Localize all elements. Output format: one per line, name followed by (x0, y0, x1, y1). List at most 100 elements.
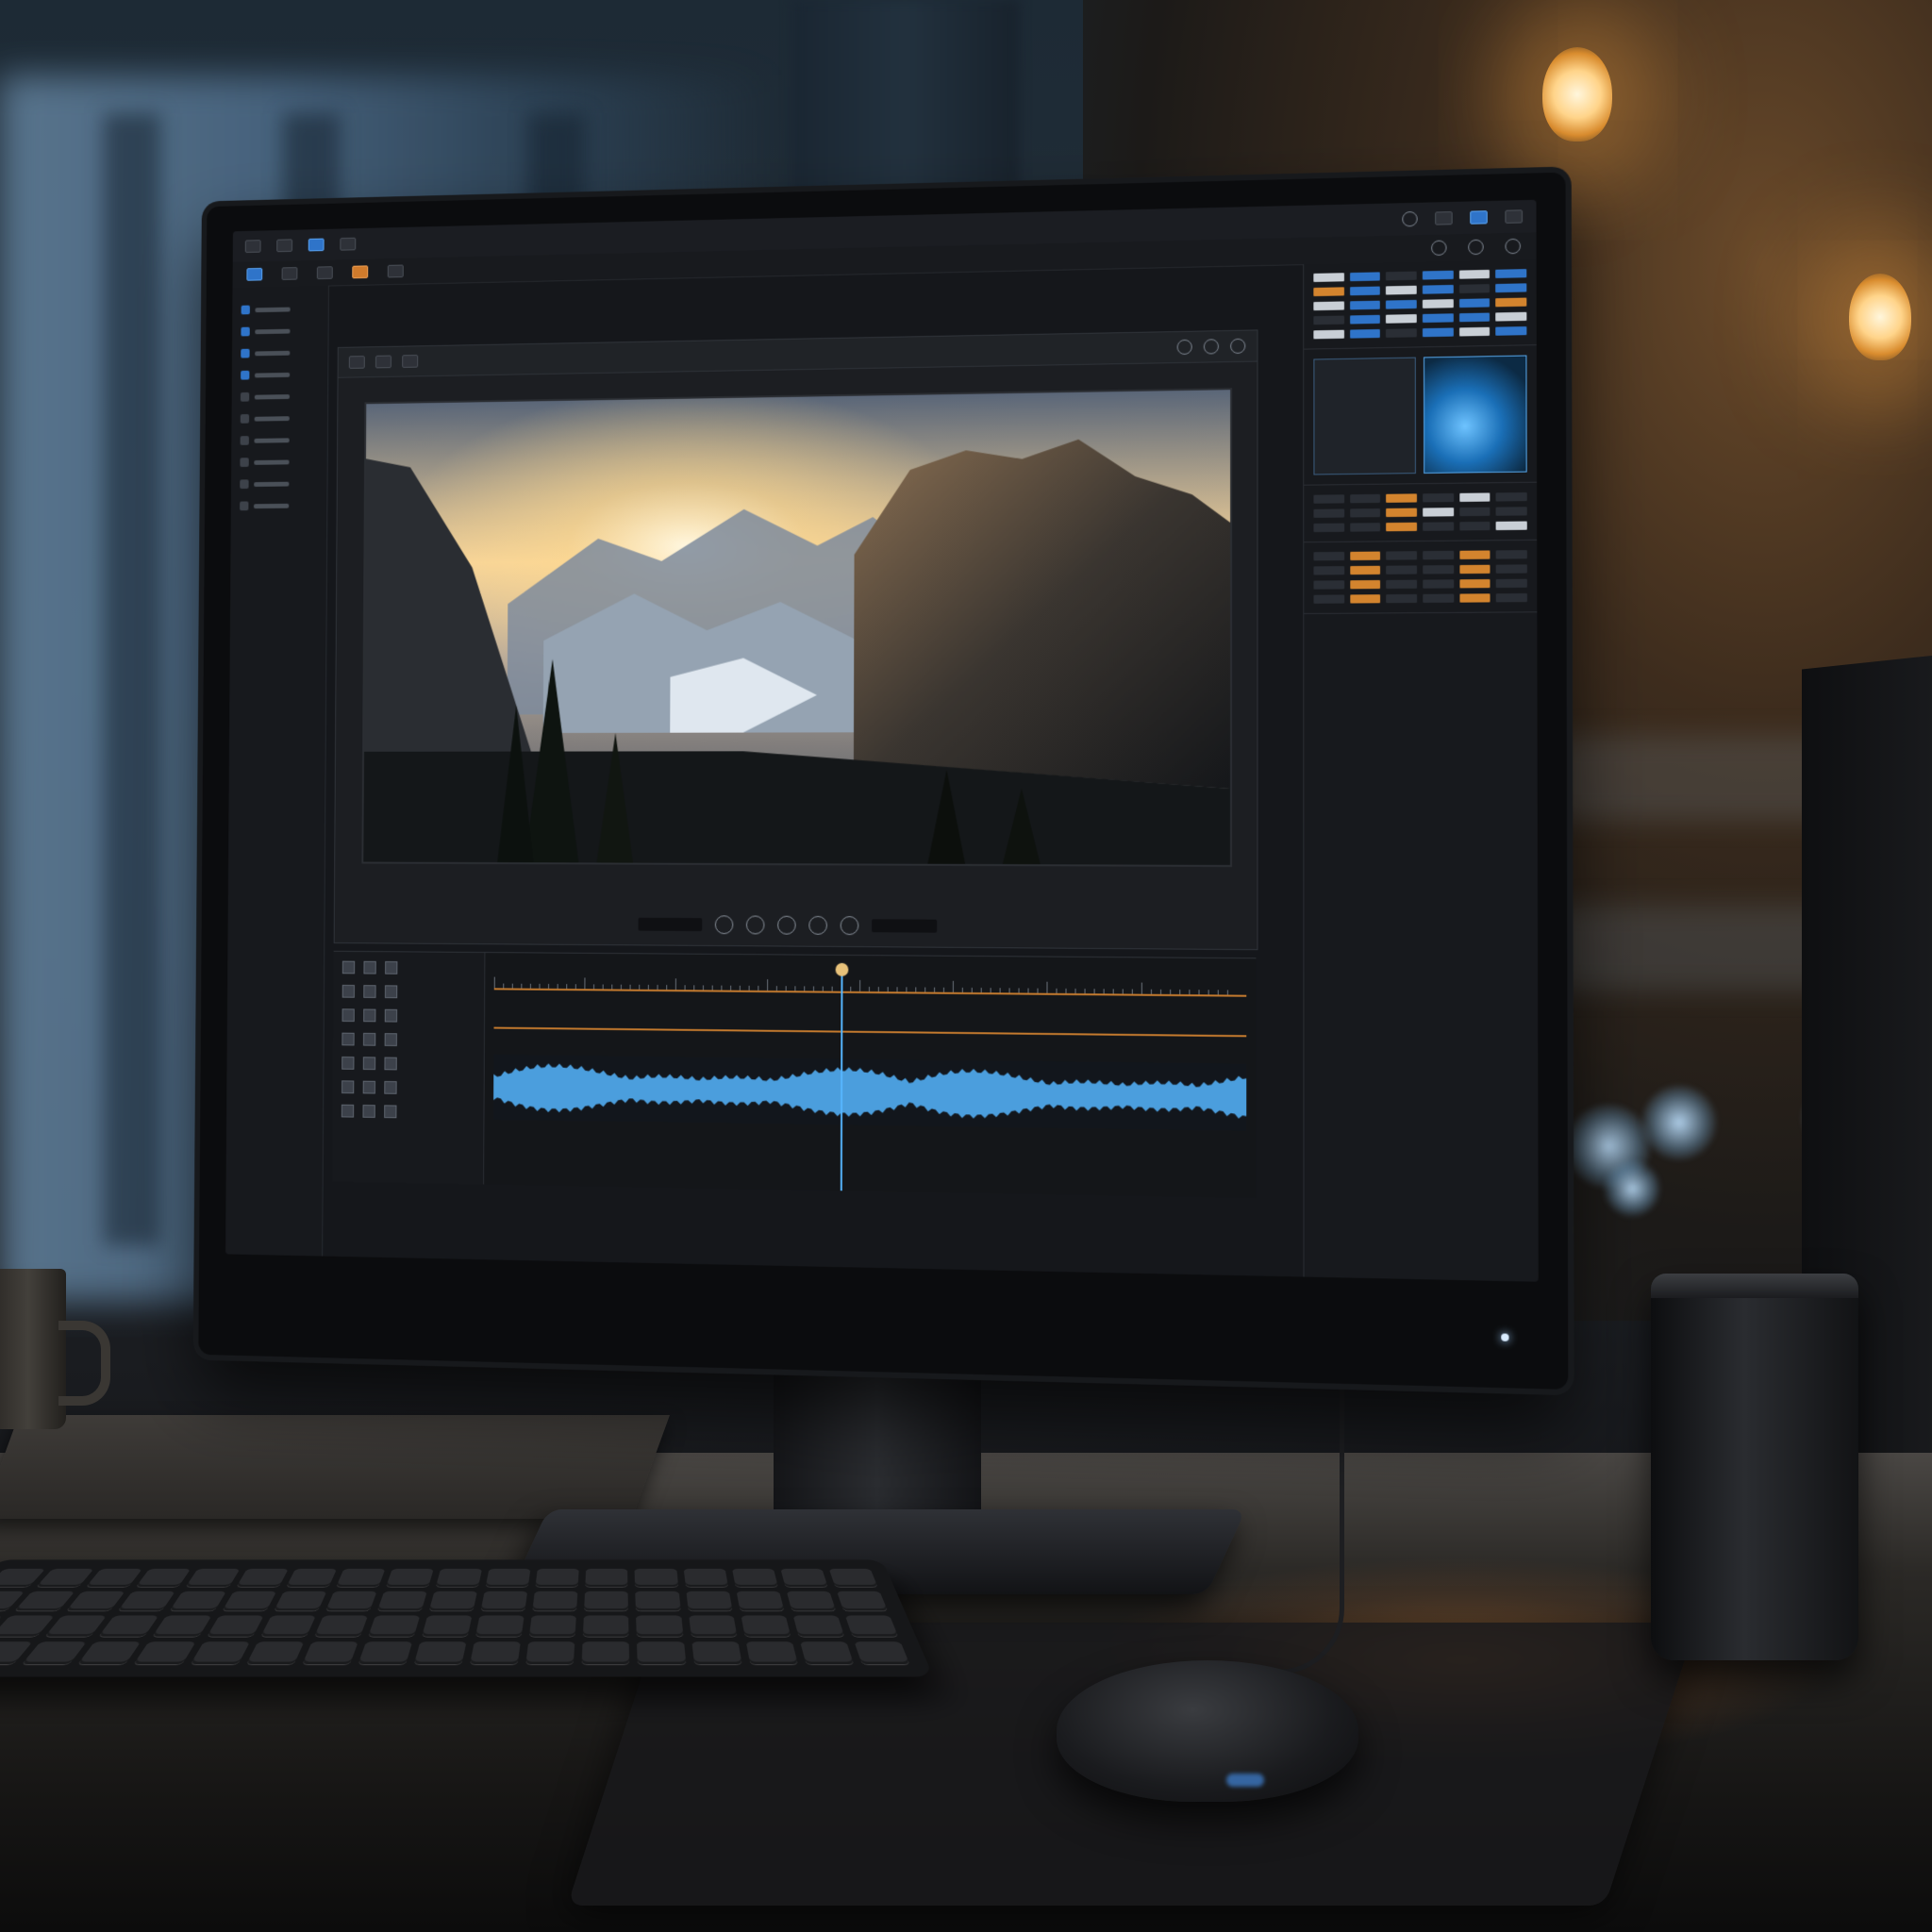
sidebar-item[interactable] (240, 391, 319, 402)
property-cell[interactable] (1422, 327, 1454, 338)
circle-icon[interactable] (1505, 238, 1522, 255)
mute-icon[interactable] (384, 1080, 397, 1094)
sidebar-item[interactable] (240, 478, 318, 490)
property-cell[interactable] (1386, 285, 1417, 295)
menu-chip[interactable] (340, 237, 357, 251)
eye-icon[interactable] (363, 1008, 376, 1023)
play-icon[interactable] (745, 915, 765, 935)
preview-thumbnail[interactable] (1313, 357, 1416, 475)
lock-icon[interactable] (341, 960, 356, 974)
property-cell[interactable] (1423, 492, 1454, 503)
lock-icon[interactable] (341, 1104, 355, 1118)
stop-icon[interactable] (808, 915, 827, 935)
property-cell[interactable] (1459, 564, 1491, 575)
property-cell[interactable] (1349, 508, 1381, 518)
lock-icon[interactable] (341, 1056, 355, 1070)
property-cell[interactable] (1386, 579, 1418, 590)
pause-icon[interactable] (777, 915, 796, 935)
tool-button[interactable] (316, 266, 333, 280)
menu-chip-active[interactable] (308, 238, 325, 252)
sidebar-item[interactable] (241, 304, 320, 315)
video-track[interactable] (493, 1026, 1247, 1038)
property-cell[interactable] (1386, 551, 1418, 560)
property-cell[interactable] (1386, 565, 1418, 575)
property-cell[interactable] (1313, 315, 1344, 325)
sidebar-item[interactable] (240, 501, 318, 511)
tool-button-active[interactable] (352, 265, 369, 279)
mute-icon[interactable] (384, 1105, 397, 1119)
mute-icon[interactable] (384, 1033, 397, 1046)
property-cell[interactable] (1386, 314, 1417, 324)
property-cell[interactable] (1386, 271, 1417, 281)
viewer-tool[interactable] (402, 355, 419, 368)
property-cell[interactable] (1313, 580, 1344, 590)
track-header[interactable] (341, 1080, 475, 1095)
property-cell[interactable] (1496, 578, 1527, 589)
sidebar-item[interactable] (240, 413, 319, 424)
property-cell[interactable] (1458, 298, 1491, 308)
property-cell[interactable] (1349, 300, 1381, 310)
rewind-icon[interactable] (714, 915, 734, 935)
property-cell[interactable] (1422, 270, 1454, 280)
eye-icon[interactable] (362, 1080, 375, 1094)
time-ruler[interactable] (493, 959, 1247, 997)
property-cell[interactable] (1349, 314, 1381, 325)
track-header[interactable] (341, 960, 475, 975)
mute-icon[interactable] (384, 1008, 398, 1023)
property-cell[interactable] (1458, 269, 1491, 279)
property-cell[interactable] (1313, 523, 1344, 533)
track-header[interactable] (341, 1056, 475, 1071)
sidebar-item[interactable] (241, 369, 319, 380)
tool-button[interactable] (246, 267, 263, 281)
property-cell[interactable] (1349, 493, 1381, 504)
forward-icon[interactable] (840, 916, 859, 936)
property-cell[interactable] (1458, 507, 1491, 517)
property-cell[interactable] (1386, 508, 1417, 518)
property-cell[interactable] (1422, 284, 1454, 294)
property-cell[interactable] (1349, 286, 1381, 296)
circle-icon[interactable] (1468, 239, 1484, 256)
property-cell[interactable] (1423, 565, 1454, 575)
property-cell[interactable] (1349, 551, 1381, 560)
property-cell[interactable] (1313, 508, 1344, 518)
property-cell[interactable] (1495, 297, 1527, 308)
mute-icon[interactable] (384, 985, 398, 999)
property-cell[interactable] (1496, 592, 1527, 603)
lock-icon[interactable] (341, 984, 355, 998)
window-control[interactable] (1505, 209, 1524, 224)
track-header[interactable] (341, 1008, 475, 1023)
preview-thumbnail[interactable] (1424, 355, 1527, 474)
property-cell[interactable] (1313, 273, 1344, 282)
menu-chip[interactable] (276, 239, 293, 253)
property-cell[interactable] (1313, 494, 1344, 504)
property-cell[interactable] (1313, 566, 1344, 575)
viewer-tool[interactable] (375, 355, 391, 369)
track-header[interactable] (341, 1104, 475, 1120)
property-cell[interactable] (1386, 493, 1417, 503)
property-cell[interactable] (1349, 579, 1381, 590)
property-cell[interactable] (1349, 523, 1381, 532)
window-control-active[interactable] (1470, 210, 1488, 225)
sidebar-item[interactable] (241, 325, 319, 337)
property-cell[interactable] (1459, 578, 1491, 589)
property-cell[interactable] (1386, 522, 1418, 532)
mute-icon[interactable] (385, 960, 398, 974)
property-cell[interactable] (1423, 508, 1454, 517)
property-cell[interactable] (1495, 507, 1527, 516)
circle-icon[interactable] (1402, 210, 1418, 227)
property-cell[interactable] (1422, 313, 1454, 324)
property-cell[interactable] (1313, 551, 1344, 561)
property-cell[interactable] (1496, 564, 1527, 574)
window-control[interactable] (1435, 211, 1453, 225)
circle-icon[interactable] (1203, 339, 1219, 355)
viewer-tool[interactable] (348, 356, 365, 369)
property-cell[interactable] (1423, 593, 1454, 603)
eye-icon[interactable] (362, 1057, 376, 1071)
property-cell[interactable] (1495, 521, 1527, 531)
eye-icon[interactable] (362, 1105, 375, 1118)
property-cell[interactable] (1423, 579, 1454, 589)
property-cell[interactable] (1495, 550, 1527, 559)
track-header[interactable] (341, 1032, 475, 1047)
property-cell[interactable] (1495, 283, 1527, 293)
eye-icon[interactable] (363, 985, 376, 998)
